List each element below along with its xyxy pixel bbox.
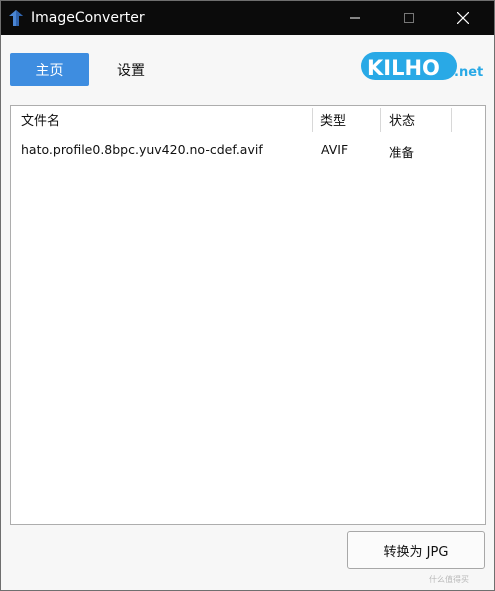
tab-settings[interactable]: 设置 (105, 53, 157, 86)
watermark-text: 什么值得买 (429, 575, 469, 584)
column-divider[interactable] (380, 108, 381, 132)
logo-suffix-text: .net (454, 65, 483, 80)
file-type-cell: AVIF (321, 142, 349, 157)
tab-home[interactable]: 主页 (10, 53, 89, 86)
app-arrow-icon (9, 10, 23, 26)
column-header-filename[interactable]: 文件名 (21, 106, 60, 132)
app-window: ImageConverter 主页 设置 KILHO .net 文件名 类型 状… (0, 0, 495, 591)
minimize-icon (350, 17, 360, 19)
close-icon (457, 12, 469, 24)
maximize-button[interactable] (386, 1, 432, 35)
close-button[interactable] (440, 1, 486, 35)
column-header-status[interactable]: 状态 (389, 106, 415, 132)
minimize-button[interactable] (332, 1, 378, 35)
title-bar[interactable]: ImageConverter (1, 1, 494, 35)
column-divider[interactable] (451, 108, 452, 132)
kilho-logo: KILHO .net (361, 52, 483, 80)
file-list[interactable]: 文件名 类型 状态 hato.profile0.8bpc.yuv420.no-c… (10, 105, 486, 525)
logo-main-text: KILHO (367, 56, 440, 80)
column-header-type[interactable]: 类型 (320, 106, 346, 132)
window-title: ImageConverter (31, 10, 145, 26)
maximize-icon (404, 13, 414, 23)
column-divider[interactable] (312, 108, 313, 132)
file-name-cell: hato.profile0.8bpc.yuv420.no-cdef.avif (21, 142, 263, 157)
toolbar: 主页 设置 KILHO .net (1, 35, 494, 97)
file-status-cell: 准备 (389, 145, 415, 160)
convert-to-jpg-button[interactable]: 转换为 JPG (347, 531, 485, 569)
